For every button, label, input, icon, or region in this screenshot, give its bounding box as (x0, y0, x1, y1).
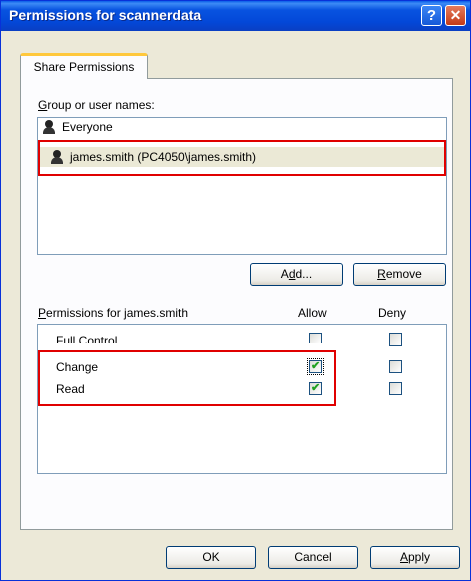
allow-column-header: Allow (298, 306, 327, 320)
group-user-list[interactable]: Everyone james.smith (PC4050\james.smith… (37, 117, 447, 255)
remove-button[interactable]: Remove (353, 263, 446, 286)
read-deny-checkbox[interactable] (389, 382, 402, 395)
perm-read-label: Read (56, 382, 85, 396)
window-title: Permissions for scannerdata (9, 7, 202, 23)
permissions-list[interactable]: Full Control Change Read (37, 324, 447, 474)
perm-full-control-label: Full Control (56, 334, 118, 343)
cancel-button[interactable]: Cancel (268, 546, 358, 569)
full-control-allow-checkbox[interactable] (309, 333, 322, 343)
list-item-everyone[interactable]: Everyone (42, 119, 113, 134)
change-allow-checkbox[interactable] (307, 358, 324, 375)
read-allow-checkbox[interactable] (309, 381, 322, 395)
deny-column-header: Deny (378, 306, 407, 320)
permissions-label: Permissions for james.smith (38, 306, 189, 320)
apply-button[interactable]: Apply (370, 546, 460, 569)
change-deny-checkbox[interactable] (389, 360, 402, 373)
help-button[interactable]: ? (421, 5, 442, 26)
perm-change-label: Change (56, 360, 99, 374)
title-bar[interactable]: Permissions for scannerdata ? ✕ (1, 1, 470, 31)
group-users-icon (42, 120, 56, 134)
permissions-dialog: Permissions for scannerdata ? ✕ Share Pe… (0, 0, 471, 581)
add-button[interactable]: Add... (250, 263, 343, 286)
group-names-label: Group or user names: (38, 98, 155, 112)
list-item-james-smith[interactable]: james.smith (PC4050\james.smith) (40, 147, 444, 167)
full-control-deny-checkbox[interactable] (389, 333, 402, 346)
user-icon (50, 150, 64, 164)
tab-share-permissions[interactable]: Share Permissions (20, 53, 148, 79)
close-button[interactable]: ✕ (445, 5, 466, 26)
ok-button[interactable]: OK (166, 546, 256, 569)
